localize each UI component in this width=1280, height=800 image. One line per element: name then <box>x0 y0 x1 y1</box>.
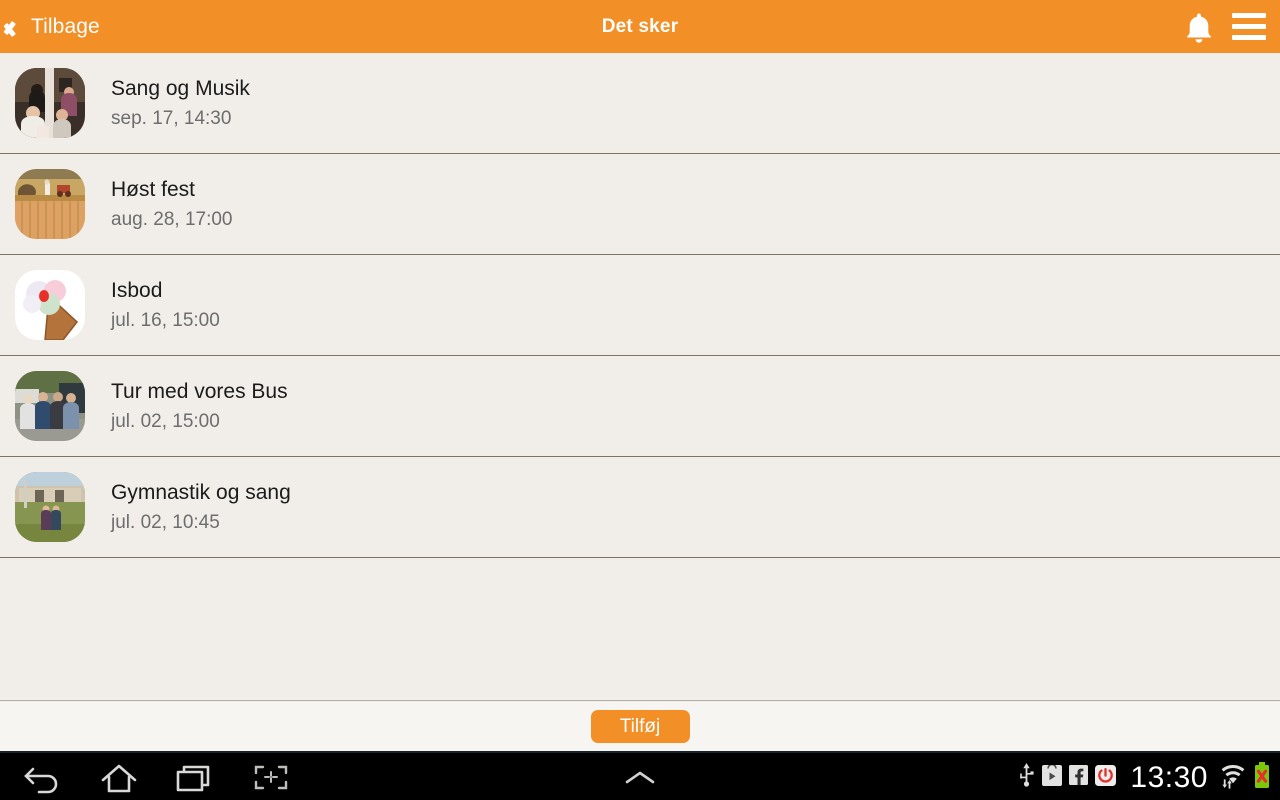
app-root: Tilbage Det sker Sang og Musik sep. 17, … <box>0 0 1280 800</box>
screenshot-capture-icon[interactable] <box>250 760 292 794</box>
usb-icon <box>1018 763 1035 792</box>
row-text: Gymnastik og sang jul. 02, 10:45 <box>111 482 291 532</box>
row-text: Høst fest aug. 28, 17:00 <box>111 179 233 229</box>
event-title: Høst fest <box>111 178 196 201</box>
row-text: Tur med vores Bus jul. 02, 15:00 <box>111 381 288 431</box>
event-thumbnail <box>15 169 85 239</box>
menu-bar-3 <box>1232 35 1266 40</box>
event-title: Isbod <box>111 279 163 302</box>
nav-buttons <box>0 760 292 794</box>
empty-list-area <box>0 558 1280 701</box>
add-button[interactable]: Tilføj <box>590 710 690 743</box>
page-title: Det sker <box>601 16 679 37</box>
back-button[interactable]: Tilbage <box>0 0 100 53</box>
back-arrow-icon[interactable] <box>22 760 64 794</box>
row-text: Sang og Musik sep. 17, 14:30 <box>111 78 250 128</box>
battery-error-icon <box>1253 761 1271 794</box>
event-title: Sang og Musik <box>111 77 250 100</box>
row-text: Isbod jul. 16, 15:00 <box>111 280 220 330</box>
menu-bar-2 <box>1232 24 1266 29</box>
header-actions <box>1184 0 1280 53</box>
recent-apps-icon[interactable] <box>174 760 216 794</box>
table-row[interactable]: Gymnastik og sang jul. 02, 10:45 <box>0 457 1280 558</box>
table-row[interactable]: Høst fest aug. 28, 17:00 <box>0 154 1280 255</box>
event-list: Sang og Musik sep. 17, 14:30 Høst fest a… <box>0 53 1280 558</box>
event-date: aug. 28, 17:00 <box>111 209 233 230</box>
app-header: Tilbage Det sker <box>0 0 1280 53</box>
play-store-icon <box>1042 763 1063 791</box>
footer-bar: Tilføj <box>0 702 1280 751</box>
event-date: jul. 16, 15:00 <box>111 310 220 331</box>
back-button-label: Tilbage <box>31 14 100 38</box>
table-row[interactable]: Tur med vores Bus jul. 02, 15:00 <box>0 356 1280 457</box>
table-row[interactable]: Isbod jul. 16, 15:00 <box>0 255 1280 356</box>
status-clock: 13:30 <box>1130 760 1208 794</box>
event-date: jul. 02, 15:00 <box>111 411 220 432</box>
android-navigation-bar: 13:30 <box>0 751 1280 800</box>
chevron-left-icon <box>9 14 29 40</box>
menu-bar-1 <box>1232 13 1266 18</box>
chevron-up-icon[interactable] <box>620 766 660 790</box>
event-date: jul. 02, 10:45 <box>111 512 220 533</box>
event-thumbnail <box>15 270 85 340</box>
home-icon[interactable] <box>98 760 140 794</box>
system-status-tray[interactable]: 13:30 <box>1018 753 1280 800</box>
facebook-icon <box>1069 765 1089 790</box>
event-date: sep. 17, 14:30 <box>111 108 232 129</box>
bell-icon[interactable] <box>1184 11 1214 43</box>
red-circle-app-icon <box>1095 764 1117 791</box>
hamburger-menu-icon[interactable] <box>1232 13 1266 40</box>
event-thumbnail <box>15 371 85 441</box>
wifi-data-icon <box>1220 761 1246 794</box>
event-title: Gymnastik og sang <box>111 481 291 504</box>
table-row[interactable]: Sang og Musik sep. 17, 14:30 <box>0 53 1280 154</box>
event-thumbnail <box>15 68 85 138</box>
event-title: Tur med vores Bus <box>111 380 288 403</box>
event-thumbnail <box>15 472 85 542</box>
